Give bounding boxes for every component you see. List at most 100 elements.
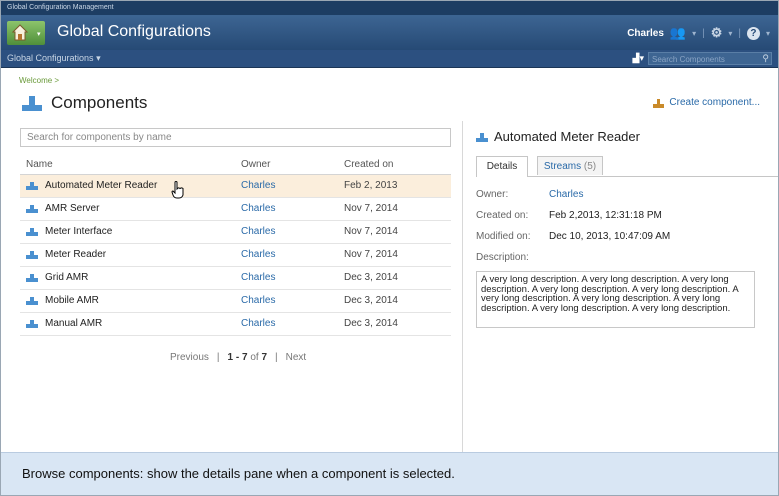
table-row[interactable]: Manual AMR Charles Dec 3, 2014	[20, 313, 451, 336]
components-table: Name Owner Created on Automated Meter Re…	[20, 155, 451, 336]
created-date: Nov 7, 2014	[344, 249, 398, 260]
nav-bar: Global Configurations ▾ ▟▾ ⚲	[1, 50, 778, 68]
suite-name: Global Configuration Management	[1, 1, 778, 15]
owner-label: Owner:	[476, 189, 509, 200]
column-header-name[interactable]: Name	[26, 159, 53, 170]
row-name: Grid AMR	[26, 272, 88, 283]
row-name: Mobile AMR	[26, 295, 99, 306]
table-header: Name Owner Created on	[20, 155, 451, 175]
divider: |	[216, 352, 220, 363]
owner-value[interactable]: Charles	[549, 189, 583, 200]
chevron-down-icon: ▾	[96, 53, 101, 63]
column-header-owner[interactable]: Owner	[241, 159, 270, 170]
title-bar: ▾ Global Configurations Charles 👥 ▾ | ⚙ …	[1, 15, 778, 50]
help-icon[interactable]: ?	[746, 26, 760, 40]
table-row[interactable]: Meter Reader Charles Nov 7, 2014	[20, 244, 451, 267]
created-label: Created on:	[476, 210, 529, 221]
owner-link[interactable]: Charles	[241, 226, 275, 237]
owner-link[interactable]: Charles	[241, 272, 275, 283]
gear-icon[interactable]: ⚙	[711, 25, 723, 41]
app-title: Global Configurations	[57, 23, 211, 40]
table-row[interactable]: AMR Server Charles Nov 7, 2014	[20, 198, 451, 221]
users-icon[interactable]: 👥	[670, 25, 686, 41]
owner-link[interactable]: Charles	[241, 295, 275, 306]
create-component-link[interactable]: Create component...	[653, 97, 760, 108]
created-date: Feb 2, 2013	[344, 180, 398, 191]
chevron-down-icon[interactable]: ▾	[728, 29, 732, 38]
tab-details[interactable]: Details	[476, 156, 528, 177]
component-name[interactable]: Mobile AMR	[45, 295, 99, 306]
pagination: Previous | 1 - 7 of 7 | Next	[170, 352, 306, 363]
details-title: Automated Meter Reader	[494, 129, 640, 144]
component-icon	[26, 228, 38, 236]
owner-link[interactable]: Charles	[241, 203, 275, 214]
description-box: A very long description. A very long des…	[476, 271, 755, 328]
user-name[interactable]: Charles	[627, 28, 664, 39]
created-date: Dec 3, 2014	[344, 295, 398, 306]
page-range: 1 - 7 of 7	[227, 352, 267, 363]
component-icon	[22, 96, 42, 111]
table-row[interactable]: Meter Interface Charles Nov 7, 2014	[20, 221, 451, 244]
search-icon[interactable]: ⚲	[762, 53, 769, 64]
menu-label: Global Configurations	[7, 53, 94, 63]
component-icon	[476, 132, 488, 142]
created-date: Nov 7, 2014	[344, 203, 398, 214]
component-icon	[26, 251, 38, 259]
table-body: Automated Meter Reader Charles Feb 2, 2013…	[20, 175, 451, 336]
table-row[interactable]: Grid AMR Charles Dec 3, 2014	[20, 267, 451, 290]
page-header: Components	[21, 93, 147, 113]
component-name[interactable]: Automated Meter Reader	[45, 180, 157, 191]
created-date: Dec 3, 2014	[344, 272, 398, 283]
caption-text: Browse components: show the details pane…	[22, 466, 455, 481]
divider: |	[738, 27, 741, 39]
component-name[interactable]: Meter Interface	[45, 226, 112, 237]
breadcrumb[interactable]: Welcome >	[19, 76, 59, 85]
chevron-down-icon[interactable]: ▾	[692, 29, 696, 38]
hand-cursor-icon	[171, 181, 184, 199]
next-link[interactable]: Next	[286, 352, 307, 363]
home-button[interactable]: ▾	[7, 21, 45, 45]
component-icon	[26, 297, 38, 305]
divider: |	[275, 352, 278, 363]
component-name[interactable]: AMR Server	[45, 203, 99, 214]
column-header-created[interactable]: Created on	[344, 159, 393, 170]
component-filter	[20, 128, 451, 147]
search-input[interactable]	[21, 129, 447, 146]
created-date: Nov 7, 2014	[344, 226, 398, 237]
chevron-down-icon[interactable]: ▾	[766, 29, 770, 38]
row-name: AMR Server	[26, 203, 99, 214]
component-search: ⚲	[648, 52, 772, 65]
previous-link[interactable]: Previous	[170, 352, 209, 363]
divider: |	[702, 27, 705, 39]
table-row[interactable]: Automated Meter Reader Charles Feb 2, 2013	[20, 175, 451, 198]
tab-streams-label: Streams	[543, 161, 582, 172]
created-date: Dec 3, 2014	[344, 318, 398, 329]
created-value: Feb 2,2013, 12:31:18 PM	[549, 210, 662, 221]
component-name[interactable]: Grid AMR	[45, 272, 88, 283]
owner-link[interactable]: Charles	[241, 318, 275, 329]
row-name: Manual AMR	[26, 318, 102, 329]
component-name[interactable]: Meter Reader	[45, 249, 106, 260]
owner-link[interactable]: Charles	[241, 180, 275, 191]
create-component-label: Create component...	[669, 97, 760, 108]
nav-search-area: ▟▾ ⚲	[633, 52, 772, 65]
global-configurations-menu[interactable]: Global Configurations ▾	[7, 53, 101, 64]
component-icon[interactable]: ▟▾	[633, 53, 644, 64]
tab-streams[interactable]: Streams (5)	[537, 156, 603, 175]
owner-link[interactable]: Charles	[241, 249, 275, 260]
description-label: Description:	[476, 252, 529, 263]
row-name: Meter Interface	[26, 226, 112, 237]
caption-bar: Browse components: show the details pane…	[1, 452, 778, 495]
component-name[interactable]: Manual AMR	[45, 318, 102, 329]
home-icon	[12, 24, 28, 41]
component-icon	[26, 205, 38, 213]
page-title: Components	[51, 93, 148, 112]
details-tabs: Details Streams (5)	[476, 156, 778, 177]
details-header: Automated Meter Reader	[476, 129, 640, 144]
modified-value: Dec 10, 2013, 10:47:09 AM	[549, 231, 671, 242]
table-row[interactable]: Mobile AMR Charles Dec 3, 2014	[20, 290, 451, 313]
streams-count: (5)	[583, 161, 597, 172]
row-name: Meter Reader	[26, 249, 106, 260]
component-search-input[interactable]	[649, 54, 757, 65]
create-component-icon	[653, 98, 665, 108]
